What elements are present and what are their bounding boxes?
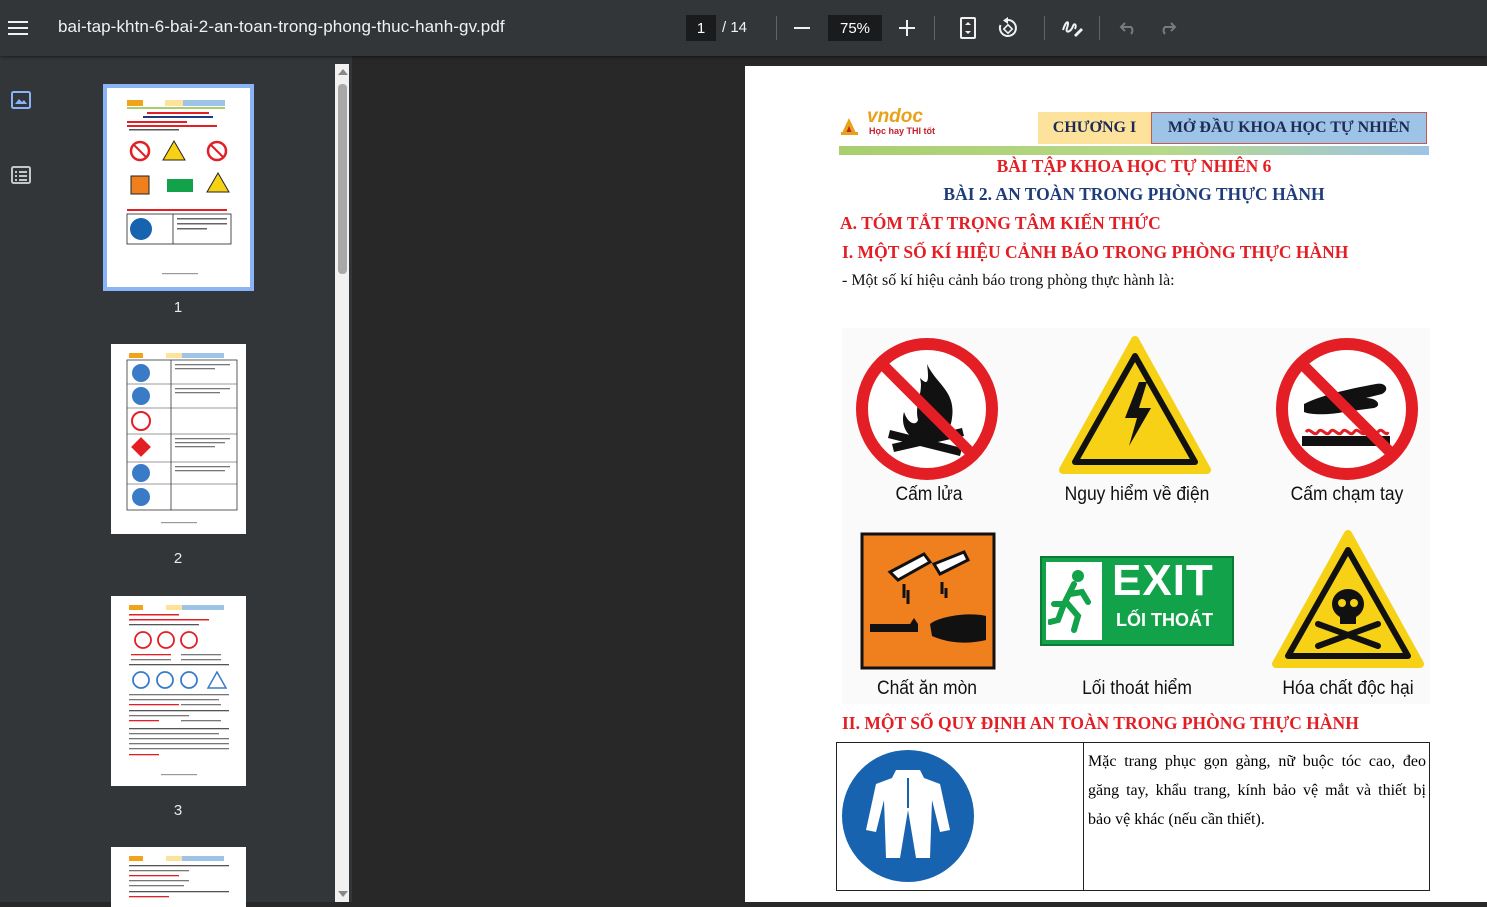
zoom-in-button[interactable] [891,12,923,44]
page-number-input[interactable]: 1 [686,15,716,41]
sign-label-chat-an-mon: Chất ăn mòn [876,678,978,699]
sign-label-cam-lua: Cấm lửa [895,484,963,505]
outline-tab[interactable] [6,160,36,190]
toxic-icon [1272,530,1424,668]
safety-rules-table: Mặc trang phục gọn gàng, nữ buộc tóc cao… [836,742,1430,891]
pdf-page-1: vndoc Học hay THI tốt CHƯƠNG I MỞ ĐẦU KH… [745,66,1487,902]
divider [1044,16,1045,40]
thumbnail-sidebar: 1 2 3 [0,56,352,907]
exit-subtext: LỐI THOÁT [1116,610,1213,630]
chapter-badge: CHƯƠNG I [1038,112,1151,144]
draw-icon [1062,21,1083,37]
section-a-heading: A. TÓM TẮT TRỌNG TÂM KIẾN THỨC [840,213,1161,233]
exit-text: EXIT [1112,556,1214,605]
corrosive-icon [860,532,996,670]
document-title: bai-tap-khtn-6-bai-2-an-toan-trong-phong… [58,17,505,36]
fit-page-button[interactable] [952,12,984,44]
thumbnails-tab[interactable] [6,85,36,115]
intro-text: - Một số kí hiệu cảnh báo trong phòng th… [842,272,1175,289]
logo-brand: vndoc [867,106,923,127]
section-i-heading: I. MỘT SỐ KÍ HIỆU CẢNH BÁO TRONG PHÒNG T… [842,242,1349,262]
rotate-button[interactable] [992,12,1024,44]
zoom-input[interactable]: 75% [828,15,882,41]
redo-icon [1162,22,1177,35]
no-fire-icon [856,338,998,480]
redo-button[interactable] [1152,12,1184,44]
no-touch-icon [1276,338,1418,480]
page-thumbnail-3[interactable] [111,596,246,786]
sign-label-nguy-hiem-dien: Nguy hiểm về điện [1064,484,1210,505]
undo-icon [1119,22,1134,35]
scroll-down-icon[interactable] [337,889,349,899]
sign-label-hoa-chat-doc-hai: Hóa chất độc hại [1282,678,1414,699]
section-ii-heading: II. MỘT SỐ QUY ĐỊNH AN TOÀN TRONG PHÒNG … [842,713,1359,733]
sign-label-loi-thoat-hiem: Lối thoát hiểm [1082,678,1192,699]
protective-suit-icon [842,750,974,882]
rule-icon-cell [836,742,1084,891]
divider [934,16,935,40]
page-thumbnail-4[interactable] [111,847,246,907]
rule-line: găng tay, khẩu trang, kính bảo vệ mắt và… [1088,782,1426,799]
rule-line: bảo vệ khác (nếu cần thiết). [1088,811,1265,828]
thumbnail-label: 2 [173,550,183,567]
pdf-toolbar: bai-tap-khtn-6-bai-2-an-toan-trong-phong… [0,0,1487,56]
undo-button[interactable] [1112,12,1144,44]
vndoc-logo: vndoc Học hay THI tốt [839,106,939,140]
table-row: Mặc trang phục gọn gàng, nữ buộc tóc cao… [836,742,1430,891]
sidebar-scroll-thumb[interactable] [338,84,347,274]
rule-line: Mặc trang phục gọn gàng, nữ buộc tóc cao… [1088,753,1426,770]
chapter-title: MỞ ĐẦU KHOA HỌC TỰ NHIÊN [1151,112,1427,144]
header-bar [839,146,1429,155]
annotate-button[interactable] [1056,12,1088,44]
page-thumbnail-1[interactable] [103,84,254,291]
thumbnail-label: 1 [173,299,183,316]
logo-tagline: Học hay THI tốt [869,126,936,136]
thumbnail-label: 3 [173,802,183,819]
fit-page-icon [960,17,976,39]
page-total: / 14 [722,19,748,36]
divider [1099,16,1100,40]
exit-sign-icon: EXIT LỐI THOÁT [1040,556,1234,646]
menu-icon[interactable] [2,12,34,44]
heading-1: BÀI TẬP KHOA HỌC TỰ NHIÊN 6 [996,156,1272,176]
plus-icon [899,20,915,36]
rule-text-cell: Mặc trang phục gọn gàng, nữ buộc tóc cao… [1083,742,1430,891]
divider [776,16,777,40]
scroll-up-icon[interactable] [337,67,349,77]
sign-label-cam-cham-tay: Cấm chạm tay [1290,484,1404,505]
electric-hazard-icon [1059,336,1211,474]
running-man-icon [1048,570,1091,633]
heading-2: BÀI 2. AN TOÀN TRONG PHÒNG THỰC HÀNH [943,184,1325,204]
minus-icon [794,27,810,29]
image-icon [11,91,31,109]
list-icon [11,166,31,184]
zoom-out-button[interactable] [786,12,818,44]
warning-signs-image: Cấm lửa Nguy hiểm về điện Cấm chạm tay E… [842,328,1430,704]
page-thumbnail-2[interactable] [111,344,246,534]
rotate-icon [998,17,1017,37]
